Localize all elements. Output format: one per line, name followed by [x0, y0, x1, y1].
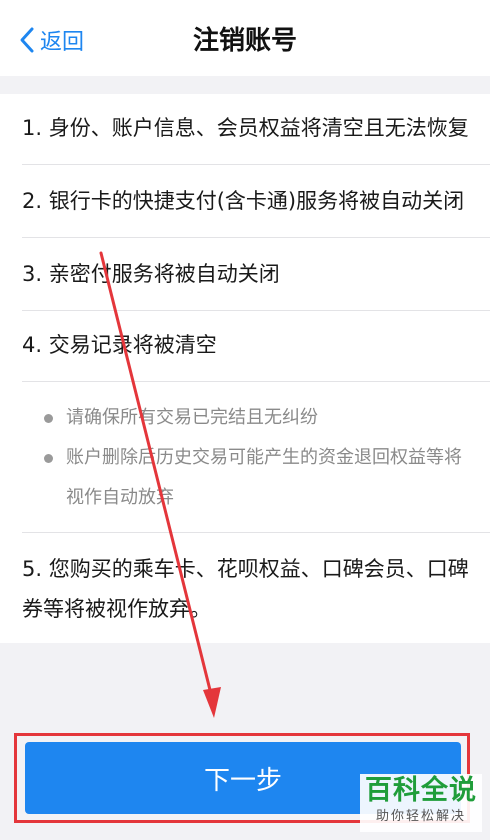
notice-item-5: 5. 您购买的乘车卡、花呗权益、口碑会员、口碑券等将被视作放弃。: [22, 557, 469, 621]
notice-item-1: 1. 身份、账户信息、会员权益将清空且无法恢复: [22, 94, 490, 165]
page-title: 注销账号: [192, 26, 297, 56]
watermark-main: 百科全说: [365, 775, 477, 806]
notice-item-3: 3. 亲密付服务将被自动关闭: [22, 238, 490, 311]
navigation-bar: 返回 注销账号: [0, 0, 490, 76]
notice-item-4: 4. 交易记录将被清空: [22, 311, 490, 382]
arrow-head: [203, 687, 221, 718]
bullet-note-1: 请确保所有交易已完结且无纠纷: [44, 398, 478, 438]
notice-item-2: 2. 银行卡的快捷支付(含卡通)服务将被自动关闭: [22, 165, 490, 238]
notice-list: 1. 身份、账户信息、会员权益将清空且无法恢复 2. 银行卡的快捷支付(含卡通)…: [0, 94, 490, 643]
bullet-note-2: 账户删除后历史交易可能产生的资金退回权益等将视作自动放弃: [44, 438, 478, 518]
watermark-sub: 助你轻松解决: [375, 809, 466, 824]
notice-bullets: 请确保所有交易已完结且无纠纷 账户删除后历史交易可能产生的资金退回权益等将视作自…: [22, 382, 490, 533]
watermark-logo: 百科全说 助你轻松解决: [360, 774, 482, 832]
